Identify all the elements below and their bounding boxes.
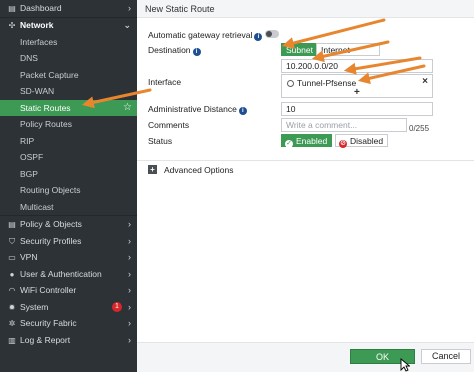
title-bar: New Static Route	[137, 0, 474, 18]
admin-distance-input[interactable]: 10	[281, 102, 433, 116]
nav-policy-objects[interactable]: ▤ Policy & Objects ›	[0, 216, 137, 233]
status-disabled-label: Disabled	[350, 136, 384, 146]
nav-policy-routes[interactable]: Policy Routes	[0, 116, 137, 133]
user-icon: ●	[9, 269, 15, 279]
notification-badge: 1	[112, 302, 122, 312]
nav-log-report[interactable]: ▥ Log & Report ›	[0, 332, 137, 349]
comments-textarea[interactable]: Write a comment...	[281, 118, 407, 132]
cancel-button[interactable]: Cancel	[421, 349, 471, 364]
dashboard-icon: ▤	[8, 4, 16, 13]
nav-static-routes-label: Static Routes	[20, 102, 71, 113]
nav-network[interactable]: ✣ Network ⌄	[0, 17, 137, 34]
check-icon: ✓	[285, 140, 293, 148]
fabric-icon: ✲	[8, 319, 16, 328]
interface-value: Tunnel-Pfsense	[297, 78, 357, 88]
status-label: Status	[148, 136, 173, 146]
network-icon: ✣	[8, 21, 16, 30]
shield-icon: ⛉	[9, 236, 15, 246]
divider	[137, 160, 474, 161]
nav-log-report-label: Log & Report	[20, 334, 71, 345]
chevron-right-icon: ›	[128, 219, 131, 229]
interface-select[interactable]: Tunnel-Pfsense × +	[281, 74, 433, 98]
gear-icon: ✹	[8, 302, 16, 312]
nav-dashboard[interactable]: ▤ Dashboard ›	[0, 0, 137, 17]
add-interface-icon[interactable]: +	[354, 87, 360, 98]
nav-vpn-label: VPN	[20, 252, 38, 262]
policy-icon: ▤	[8, 220, 16, 229]
mouse-cursor-icon	[400, 358, 410, 372]
expand-icon[interactable]: +	[148, 165, 157, 174]
nav-packet-capture[interactable]: Packet Capture	[0, 67, 137, 84]
nav-interfaces[interactable]: Interfaces	[0, 34, 137, 51]
sidebar: ▤ Dashboard › ✣ Network ⌄ Interfaces DNS P…	[0, 0, 137, 372]
chevron-right-icon: ›	[128, 252, 131, 262]
interface-label: Interface	[148, 77, 182, 87]
admin-distance-label-text: Administrative Distance	[148, 104, 237, 114]
nav-policy-objects-label: Policy & Objects	[20, 219, 82, 229]
nav-vpn[interactable]: ▭ VPN ›	[0, 249, 137, 266]
comments-counter: 0/255	[409, 124, 430, 133]
chevron-right-icon: ›	[128, 285, 131, 295]
chevron-right-icon: ›	[128, 318, 131, 328]
star-icon[interactable]: ☆	[123, 100, 132, 117]
nav-wifi-controller-label: WiFi Controller	[20, 285, 77, 295]
nav-dns[interactable]: DNS	[0, 50, 137, 67]
nav-bgp[interactable]: BGP	[0, 166, 137, 183]
auto-gateway-label: Automatic gateway retrieval i	[148, 30, 263, 41]
nav-static-routes[interactable]: Static Routes ☆	[0, 99, 137, 117]
footer: OK Cancel	[137, 342, 474, 372]
nav-system[interactable]: ✹ System 1 ›	[0, 299, 137, 316]
interface-chip: Tunnel-Pfsense	[287, 78, 356, 88]
destination-internet-service-button[interactable]: Internet Service	[316, 43, 380, 67]
destination-subnet-button[interactable]: Subnet	[281, 43, 316, 56]
status-enabled-button[interactable]: ✓ Enabled	[281, 134, 333, 148]
nav-security-profiles[interactable]: ⛉ Security Profiles ›	[0, 233, 137, 250]
nav-security-fabric[interactable]: ✲ Security Fabric ›	[0, 315, 137, 332]
nav-user-authentication[interactable]: ● User & Authentication ›	[0, 266, 137, 283]
main-panel: New Static Route Automatic gateway retri…	[137, 0, 474, 372]
chevron-right-icon: ›	[128, 235, 131, 246]
status-disabled-button[interactable]: ⊘ Disabled	[335, 134, 389, 148]
destination-label: Destination i	[148, 45, 201, 56]
nav-network-label: Network	[20, 20, 54, 30]
info-icon[interactable]: i	[254, 33, 263, 41]
report-icon: ▥	[8, 335, 16, 345]
disabled-icon: ⊘	[339, 140, 347, 148]
tunnel-icon	[287, 80, 294, 87]
destination-input[interactable]: 10.200.0.0/20	[281, 59, 433, 73]
chevron-right-icon: ›	[128, 301, 131, 312]
toggle-knob	[266, 31, 272, 37]
nav-sd-wan[interactable]: SD-WAN	[0, 83, 137, 100]
chevron-down-icon: ⌄	[123, 20, 131, 30]
destination-label-text: Destination	[148, 45, 191, 55]
page-title: New Static Route	[145, 4, 215, 14]
nav-rip[interactable]: RIP	[0, 133, 137, 150]
nav-wifi-controller[interactable]: ◠ WiFi Controller ›	[0, 282, 137, 299]
nav-routing-objects[interactable]: Routing Objects	[0, 182, 137, 199]
comments-label: Comments	[148, 120, 190, 130]
chevron-right-icon: ›	[128, 268, 131, 279]
admin-distance-label: Administrative Distance i	[148, 104, 247, 115]
nav-security-fabric-label: Security Fabric	[20, 318, 77, 328]
status-enabled-label: Enabled	[296, 136, 328, 146]
nav-multicast[interactable]: Multicast	[0, 199, 137, 216]
auto-gateway-label-text: Automatic gateway retrieval	[148, 30, 253, 40]
advanced-options-toggle[interactable]: Advanced Options	[164, 165, 233, 175]
auto-gateway-toggle[interactable]	[265, 30, 279, 38]
chevron-right-icon: ›	[128, 334, 131, 345]
vpn-icon: ▭	[8, 253, 16, 262]
nav-ospf[interactable]: OSPF	[0, 149, 137, 166]
remove-interface-icon[interactable]: ×	[422, 76, 428, 87]
nav-security-profiles-label: Security Profiles	[20, 235, 82, 246]
info-icon[interactable]: i	[238, 107, 247, 115]
info-icon[interactable]: i	[192, 48, 201, 56]
nav-user-authentication-label: User & Authentication	[20, 268, 102, 279]
chevron-right-icon: ›	[128, 3, 131, 13]
nav-system-label: System	[20, 301, 49, 312]
wifi-icon: ◠	[8, 286, 16, 295]
nav-dashboard-label: Dashboard	[20, 3, 62, 13]
